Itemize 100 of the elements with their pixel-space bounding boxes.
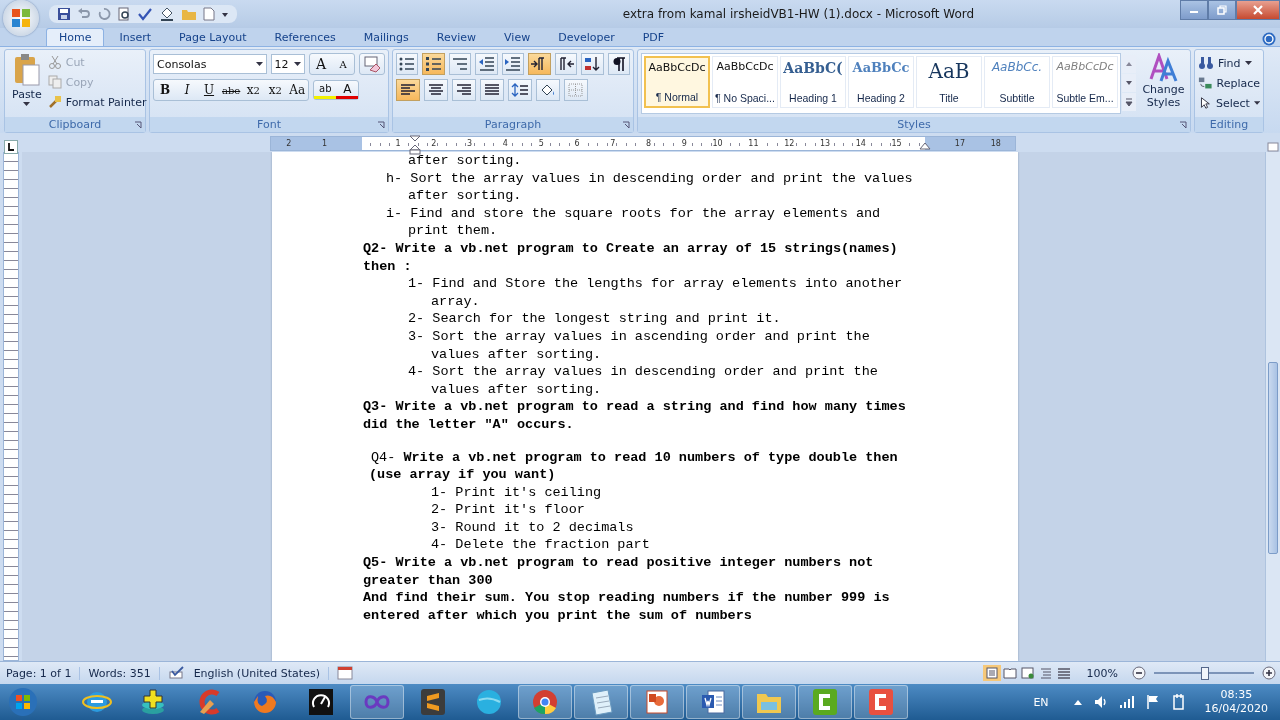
zoom-in-icon[interactable] bbox=[1262, 666, 1276, 680]
rtl-button[interactable] bbox=[554, 53, 578, 75]
tab-selector-icon[interactable] bbox=[4, 140, 18, 154]
minimize-button[interactable] bbox=[1180, 0, 1208, 20]
print-preview-icon[interactable] bbox=[117, 7, 131, 21]
align-left-button[interactable] bbox=[396, 79, 420, 101]
zoom-slider-thumb[interactable] bbox=[1201, 667, 1209, 680]
font-size-field[interactable]: 12 bbox=[270, 54, 305, 74]
spelling-icon[interactable] bbox=[137, 7, 153, 21]
underline-button[interactable]: U bbox=[198, 80, 220, 100]
style-option[interactable]: AaBbCcDc ¶ No Spaci... bbox=[712, 56, 778, 108]
sphere-app-icon bbox=[474, 688, 504, 716]
format-painter-button[interactable]: Format Painter bbox=[47, 93, 147, 111]
ruler-number: 18 bbox=[990, 139, 1001, 148]
ribbon-tab[interactable]: Developer bbox=[545, 28, 628, 46]
italic-button[interactable]: I bbox=[176, 80, 198, 100]
taskbar-app[interactable] bbox=[686, 685, 740, 719]
ribbon-tab[interactable]: Insert bbox=[106, 28, 165, 46]
numbering-button[interactable] bbox=[422, 53, 445, 75]
signal-icon[interactable] bbox=[1118, 694, 1135, 710]
spacing-button[interactable] bbox=[508, 79, 532, 101]
font-color-button[interactable]: A bbox=[336, 81, 359, 99]
dialog-launcher-icon[interactable] bbox=[377, 121, 385, 129]
proofing-icon[interactable] bbox=[167, 666, 186, 680]
multilevel-button[interactable] bbox=[448, 53, 472, 75]
speaker-icon[interactable] bbox=[1092, 694, 1109, 710]
style-option[interactable]: AaBbCc. Subtitle bbox=[984, 56, 1050, 108]
ribbon-tab[interactable]: Review bbox=[423, 28, 490, 46]
grow-font-button[interactable]: A bbox=[310, 54, 332, 74]
sort-button[interactable] bbox=[581, 53, 604, 75]
style-option[interactable]: AaBbCcDc Subtle Em... bbox=[1052, 56, 1118, 108]
style-option[interactable]: AaBbCcDc ¶ Normal bbox=[644, 56, 710, 108]
reading-view-button[interactable] bbox=[1000, 665, 1019, 681]
macro-icon[interactable] bbox=[336, 666, 353, 680]
font-name-field[interactable]: Consolas bbox=[153, 54, 267, 74]
justify-button[interactable] bbox=[480, 79, 504, 101]
align-center-button[interactable] bbox=[424, 79, 448, 101]
clock-date[interactable]: 16/04/2020 bbox=[1204, 702, 1268, 716]
justify-icon bbox=[483, 82, 501, 98]
close-button[interactable] bbox=[1236, 0, 1280, 20]
style-option[interactable]: AaBbC( Heading 1 bbox=[780, 56, 846, 108]
ltr-button[interactable] bbox=[528, 53, 551, 75]
find-button[interactable]: Find bbox=[1198, 54, 1260, 72]
shading-button[interactable] bbox=[536, 79, 560, 101]
align-right-button[interactable] bbox=[452, 79, 476, 101]
highlight-button[interactable]: ab bbox=[314, 81, 337, 99]
indent-button[interactable] bbox=[501, 53, 525, 75]
ribbon-tab[interactable]: PDF bbox=[629, 28, 678, 46]
ribbon-tab[interactable]: Home bbox=[46, 28, 105, 46]
ruler-number: 1 bbox=[394, 139, 402, 148]
dropdown-icon[interactable] bbox=[221, 10, 229, 18]
save-icon[interactable] bbox=[57, 7, 71, 21]
indent-marker-icon[interactable] bbox=[408, 135, 421, 155]
ribbon-tab[interactable]: View bbox=[491, 28, 544, 46]
dialog-launcher-icon[interactable] bbox=[1179, 121, 1187, 129]
help-icon[interactable] bbox=[1262, 32, 1276, 46]
paste-button[interactable]: Paste bbox=[8, 53, 46, 114]
change-styles-button[interactable]: Change Styles bbox=[1140, 53, 1187, 114]
restore-button[interactable] bbox=[1208, 0, 1236, 20]
group-label: Editing bbox=[1209, 118, 1249, 131]
shrink-font-button[interactable]: A bbox=[332, 54, 354, 74]
flag-icon[interactable] bbox=[1144, 694, 1161, 710]
style-option[interactable]: AaBbCc Heading 2 bbox=[848, 56, 914, 108]
pilcrow-button[interactable] bbox=[607, 53, 630, 75]
style-option[interactable]: AaB Title bbox=[916, 56, 982, 108]
paint-bucket-icon[interactable] bbox=[159, 7, 175, 21]
word-count[interactable]: Words: 351 bbox=[88, 666, 160, 680]
power-plug-icon[interactable] bbox=[1170, 693, 1187, 711]
sort-icon bbox=[583, 56, 602, 72]
language-indicator[interactable]: English (United States) bbox=[193, 666, 329, 680]
bullets-button[interactable] bbox=[396, 53, 419, 75]
new-document-icon[interactable] bbox=[203, 7, 215, 21]
ribbon-tab[interactable]: References bbox=[261, 28, 349, 46]
clock-time[interactable]: 08:35 bbox=[1220, 688, 1253, 702]
scroll-down-icon[interactable] bbox=[1122, 74, 1136, 92]
dialog-launcher-icon[interactable] bbox=[134, 121, 142, 129]
case-button[interactable]: Aa bbox=[286, 80, 309, 100]
bold-button[interactable]: B bbox=[154, 80, 176, 100]
more-styles-icon[interactable] bbox=[1122, 93, 1136, 111]
zoom-out-icon[interactable] bbox=[1132, 666, 1146, 680]
select-button[interactable]: Select bbox=[1198, 94, 1260, 112]
outdent-button[interactable] bbox=[475, 53, 498, 75]
office-button[interactable] bbox=[3, 0, 39, 36]
show-hidden-icons-icon[interactable] bbox=[1072, 698, 1083, 706]
right-indent-marker-icon[interactable] bbox=[919, 142, 932, 150]
strike-button[interactable]: abe bbox=[220, 80, 243, 100]
print-view-button[interactable] bbox=[982, 665, 1001, 681]
outline-view-icon bbox=[1038, 667, 1053, 679]
zoom-level[interactable]: 100% bbox=[1080, 666, 1124, 680]
web-view-button[interactable] bbox=[1018, 665, 1037, 681]
page-count[interactable]: Page: 1 of 1 bbox=[6, 666, 81, 680]
vertical-scrollbar[interactable] bbox=[1265, 152, 1280, 661]
ruler-number: 1 bbox=[321, 139, 328, 148]
ribbon-tab[interactable]: Mailings bbox=[350, 28, 422, 46]
replace-button[interactable]: Replace bbox=[1198, 74, 1260, 92]
dialog-launcher-icon[interactable] bbox=[622, 121, 630, 129]
zoom-slider[interactable] bbox=[1154, 666, 1254, 680]
ribbon-tab[interactable]: Page Layout bbox=[166, 28, 260, 46]
input-language[interactable]: EN bbox=[1033, 695, 1049, 709]
indent-icon bbox=[503, 56, 522, 72]
